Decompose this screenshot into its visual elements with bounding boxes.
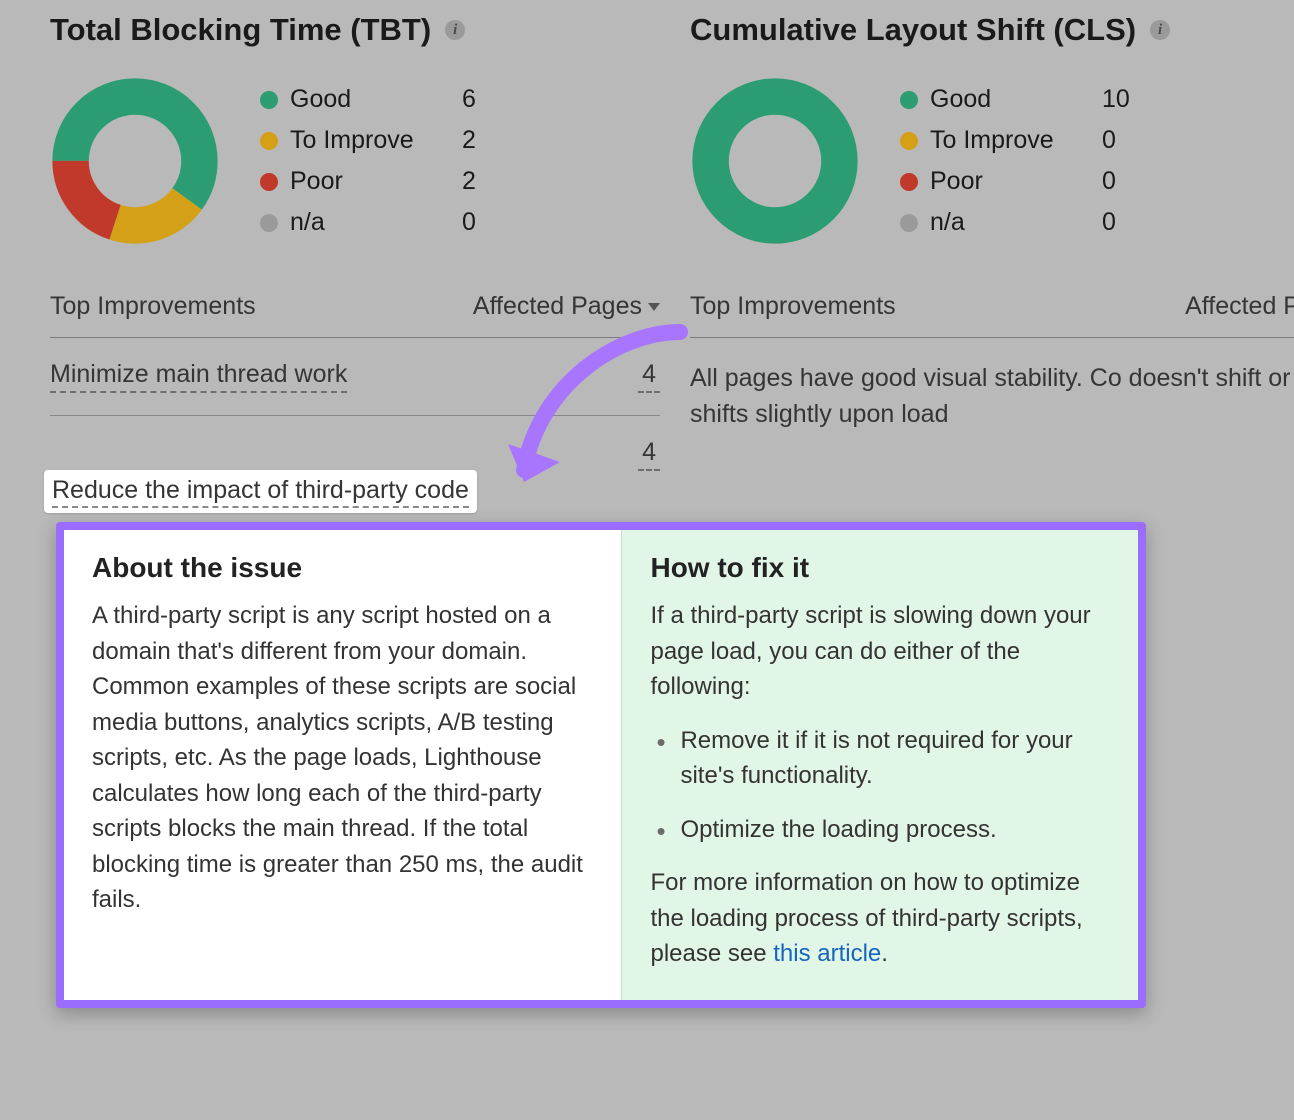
- legend-value: 0: [1102, 208, 1138, 237]
- about-heading: About the issue: [92, 552, 593, 584]
- about-issue-panel: About the issue A third-party script is …: [64, 530, 622, 1000]
- legend-tbt: Good 6 To Improve 2 Poor 2 n/a 0: [260, 85, 498, 237]
- metric-title-text: Cumulative Layout Shift (CLS): [690, 12, 1136, 48]
- legend-value: 0: [1102, 167, 1138, 196]
- legend-label: n/a: [290, 208, 450, 237]
- legend-value: 0: [1102, 126, 1138, 155]
- legend-dot-poor: [900, 173, 918, 191]
- legend-row-poor: Poor 2: [260, 167, 498, 196]
- legend-row-na: n/a 0: [900, 208, 1138, 237]
- legend-label: Good: [290, 85, 450, 114]
- improvements-header: Top Improvements Affected Pages: [50, 292, 660, 338]
- metric-title-text: Total Blocking Time (TBT): [50, 12, 431, 48]
- legend-row-improve: To Improve 2: [260, 126, 498, 155]
- fix-intro: If a third-party script is slowing down …: [650, 598, 1110, 705]
- legend-row-poor: Poor 0: [900, 167, 1138, 196]
- improvement-count[interactable]: 4: [638, 360, 660, 393]
- legend-dot-improve: [260, 132, 278, 150]
- legend-value: 6: [462, 85, 498, 114]
- improvement-link[interactable]: Minimize main thread work: [50, 360, 347, 393]
- legend-dot-good: [260, 91, 278, 109]
- good-visual-stability-text: All pages have good visual stability. Co…: [690, 360, 1294, 433]
- affected-pages-header[interactable]: Affected Pages: [473, 292, 660, 321]
- legend-value: 0: [462, 208, 498, 237]
- legend-row-na: n/a 0: [260, 208, 498, 237]
- fix-bullet: Remove it if it is not required for your…: [650, 723, 1110, 794]
- metric-title-cls: Cumulative Layout Shift (CLS) i: [690, 12, 1294, 48]
- legend-label: To Improve: [290, 126, 450, 155]
- legend-cls: Good 10 To Improve 0 Poor 0 n/a 0: [900, 85, 1138, 237]
- legend-value: 2: [462, 167, 498, 196]
- legend-row-improve: To Improve 0: [900, 126, 1138, 155]
- fix-more-suffix: .: [881, 940, 888, 967]
- fix-bullet-list: Remove it if it is not required for your…: [650, 723, 1110, 848]
- fix-more: For more information on how to optimize …: [650, 865, 1110, 972]
- highlighted-improvement[interactable]: Reduce the impact of third-party code: [44, 470, 477, 513]
- legend-label: To Improve: [930, 126, 1090, 155]
- improvement-link[interactable]: Reduce the impact of third-party code: [52, 476, 469, 508]
- legend-dot-improve: [900, 132, 918, 150]
- legend-value: 2: [462, 126, 498, 155]
- legend-dot-poor: [260, 173, 278, 191]
- improvement-count[interactable]: 4: [638, 438, 660, 471]
- legend-label: n/a: [930, 208, 1090, 237]
- issue-callout: About the issue A third-party script is …: [56, 522, 1146, 1008]
- legend-dot-na: [260, 214, 278, 232]
- legend-label: Poor: [930, 167, 1090, 196]
- donut-chart-tbt: [50, 76, 220, 246]
- fix-bullet: Optimize the loading process.: [650, 812, 1110, 848]
- improvements-title: Top Improvements: [690, 292, 896, 321]
- improvements-header: Top Improvements Affected P: [690, 292, 1294, 338]
- fix-heading: How to fix it: [650, 552, 1110, 584]
- sort-caret-icon: [648, 303, 660, 311]
- info-icon[interactable]: i: [445, 20, 465, 40]
- legend-dot-good: [900, 91, 918, 109]
- improvement-row[interactable]: 4: [50, 416, 660, 460]
- legend-value: 10: [1102, 85, 1138, 114]
- donut-chart-cls: [690, 76, 860, 246]
- legend-label: Good: [930, 85, 1090, 114]
- affected-pages-header[interactable]: Affected P: [1185, 292, 1294, 321]
- improvements-title: Top Improvements: [50, 292, 256, 321]
- metric-panel-cls: Cumulative Layout Shift (CLS) i Good 10 …: [690, 12, 1294, 460]
- legend-row-good: Good 10: [900, 85, 1138, 114]
- legend-row-good: Good 6: [260, 85, 498, 114]
- how-to-fix-panel: How to fix it If a third-party script is…: [622, 530, 1138, 1000]
- about-body: A third-party script is any script hoste…: [92, 598, 593, 918]
- legend-label: Poor: [290, 167, 450, 196]
- info-icon[interactable]: i: [1150, 20, 1170, 40]
- metric-title-tbt: Total Blocking Time (TBT) i: [50, 12, 660, 48]
- improvement-row[interactable]: Minimize main thread work 4: [50, 338, 660, 416]
- article-link[interactable]: this article: [773, 940, 881, 967]
- metric-panel-tbt: Total Blocking Time (TBT) i Good: [50, 12, 660, 460]
- legend-dot-na: [900, 214, 918, 232]
